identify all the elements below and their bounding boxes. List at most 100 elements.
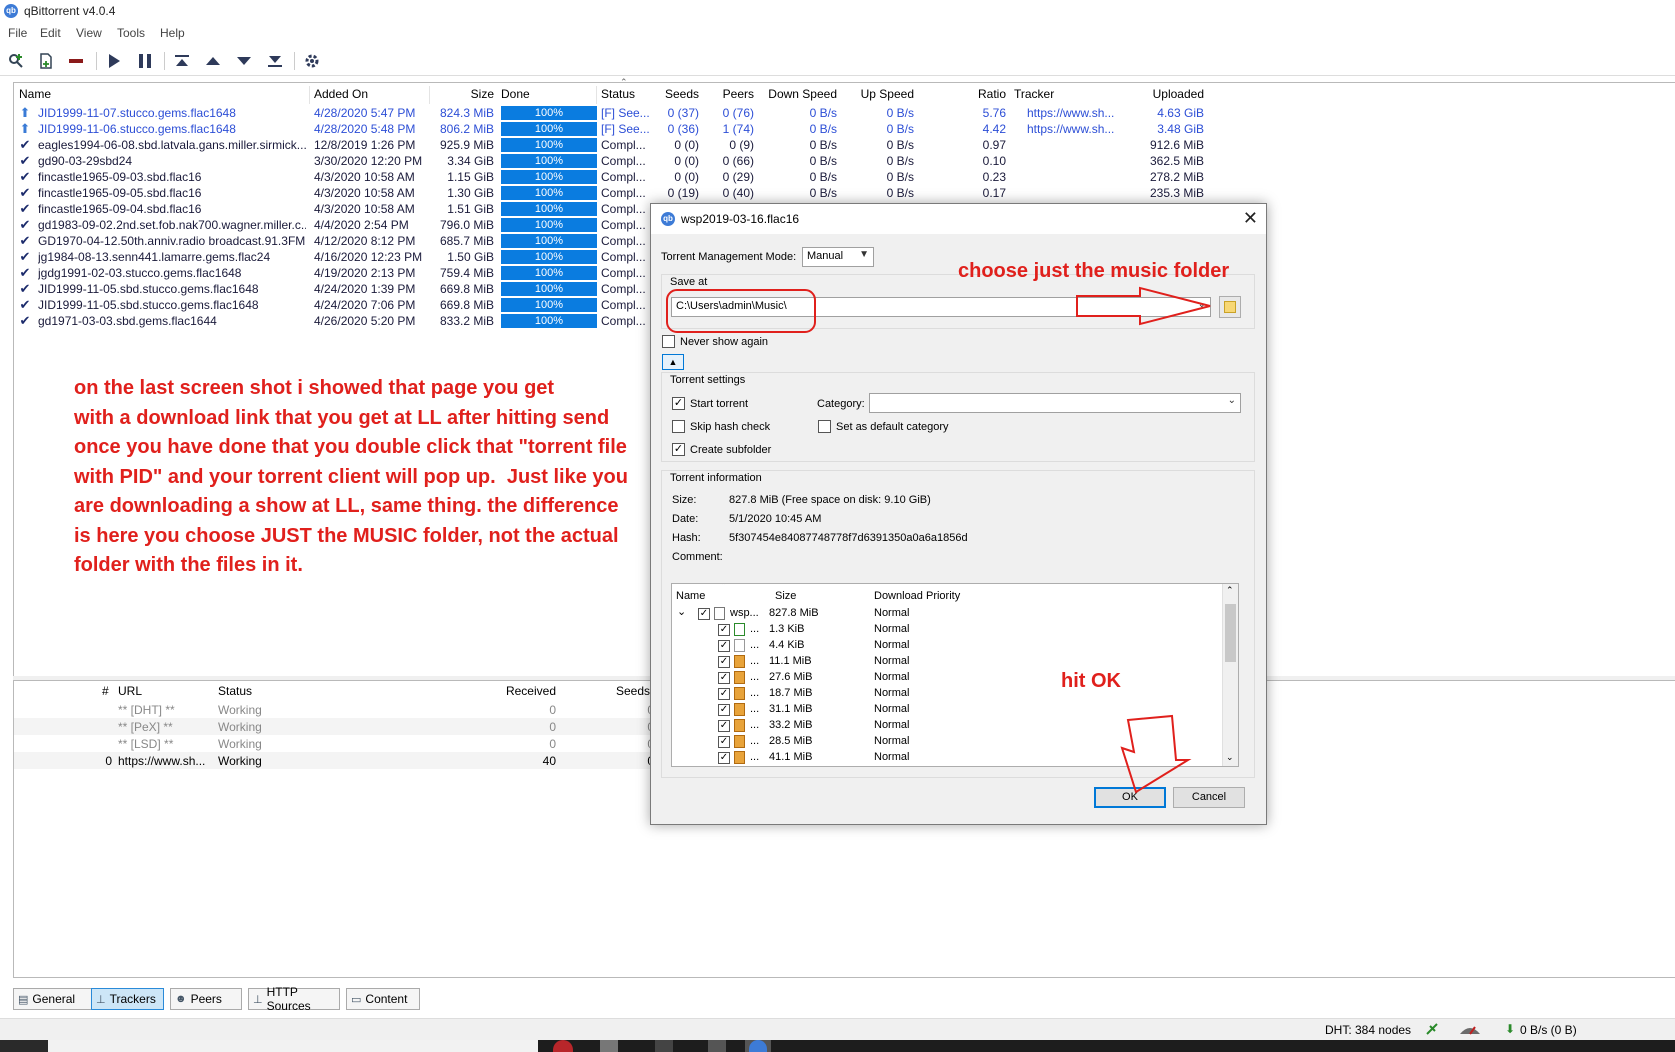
- tab-peers[interactable]: ☻ Peers: [170, 988, 242, 1010]
- file-priority[interactable]: Normal: [874, 719, 909, 731]
- taskbar-app-icon[interactable]: [600, 1040, 618, 1052]
- menu-help[interactable]: Help: [160, 26, 185, 40]
- file-checkbox[interactable]: ✓: [698, 608, 710, 620]
- decrease-priority-icon[interactable]: [232, 49, 256, 73]
- bottom-priority-icon[interactable]: [263, 49, 287, 73]
- start-button[interactable]: [0, 1040, 48, 1052]
- taskbar-app-icon[interactable]: [708, 1040, 726, 1052]
- tracker-column-status[interactable]: Status: [218, 684, 252, 698]
- options-icon[interactable]: [300, 49, 324, 73]
- pause-icon[interactable]: [133, 49, 157, 73]
- management-mode-select[interactable]: Manual ▼: [802, 247, 874, 267]
- file-checkbox[interactable]: ✓: [718, 656, 730, 668]
- cancel-button[interactable]: Cancel: [1173, 787, 1245, 808]
- column-header-name[interactable]: Name: [19, 87, 51, 101]
- tracker-row[interactable]: ** [LSD] ** Working 0 0: [14, 735, 654, 752]
- ok-button[interactable]: OK: [1094, 787, 1166, 808]
- menu-view[interactable]: View: [76, 26, 102, 40]
- save-path-combo[interactable]: C:\Users\admin\Music\ ⌄: [671, 297, 1211, 317]
- expand-chevron-icon[interactable]: ⌄: [677, 605, 686, 618]
- tracker-column-number[interactable]: #: [102, 684, 109, 698]
- file-column-priority[interactable]: Download Priority: [874, 590, 960, 602]
- browse-folder-button[interactable]: [1219, 296, 1241, 318]
- file-priority[interactable]: Normal: [874, 687, 909, 699]
- file-priority[interactable]: Normal: [874, 751, 909, 763]
- column-header-tracker[interactable]: Tracker: [1014, 87, 1054, 101]
- file-priority[interactable]: Normal: [874, 735, 909, 747]
- file-checkbox[interactable]: ✓: [718, 640, 730, 652]
- column-header-size[interactable]: Size: [434, 87, 494, 101]
- column-header-seeds[interactable]: Seeds: [644, 87, 699, 101]
- resume-icon[interactable]: [102, 49, 126, 73]
- file-row[interactable]: ✓... 27.6 MiB Normal: [672, 670, 1220, 686]
- file-checkbox[interactable]: ✓: [718, 720, 730, 732]
- top-priority-icon[interactable]: [170, 49, 194, 73]
- scrollbar-thumb[interactable]: [1225, 604, 1236, 662]
- tracker-column-seeds[interactable]: Seeds: [616, 684, 650, 698]
- category-combo[interactable]: ⌄: [869, 393, 1241, 413]
- create-subfolder-checkbox[interactable]: ✓: [672, 443, 685, 456]
- file-priority[interactable]: Normal: [874, 639, 909, 651]
- taskbar-app-icon[interactable]: [655, 1040, 673, 1052]
- column-header-added-on[interactable]: Added On: [314, 87, 368, 101]
- torrent-row[interactable]: ✔ fincastle1965-09-03.sbd.flac16 4/3/2020 …: [14, 169, 1675, 185]
- tab-content[interactable]: ▭ Content: [346, 988, 420, 1010]
- column-header-status[interactable]: Status: [601, 87, 635, 101]
- tab-general[interactable]: ▤ General: [13, 988, 92, 1010]
- column-header-uploaded[interactable]: Uploaded: [1124, 87, 1204, 101]
- file-checkbox[interactable]: ✓: [718, 736, 730, 748]
- file-priority[interactable]: Normal: [874, 623, 909, 635]
- add-link-icon[interactable]: [4, 49, 28, 73]
- default-category-checkbox[interactable]: [818, 420, 831, 433]
- file-row[interactable]: ✓... 1.3 KiB Normal: [672, 622, 1220, 638]
- column-header-ratio[interactable]: Ratio: [944, 87, 1006, 101]
- file-column-size[interactable]: Size: [775, 590, 796, 602]
- file-row[interactable]: ✓... 11.1 MiB Normal: [672, 654, 1220, 670]
- tab-trackers[interactable]: ⊥ Trackers: [91, 988, 164, 1010]
- increase-priority-icon[interactable]: [201, 49, 225, 73]
- tracker-column-url[interactable]: URL: [118, 684, 142, 698]
- file-row[interactable]: ✓... 4.4 KiB Normal: [672, 638, 1220, 654]
- file-row[interactable]: ⌄ ✓ wsp... 827.8 MiB Normal: [672, 606, 1220, 622]
- speed-limit-icon[interactable]: [1458, 1022, 1482, 1036]
- menu-file[interactable]: File: [8, 26, 27, 40]
- scroll-up-icon[interactable]: ⌃: [1226, 585, 1234, 596]
- menu-tools[interactable]: Tools: [117, 26, 145, 40]
- close-icon[interactable]: ✕: [1243, 208, 1258, 229]
- scroll-down-icon[interactable]: ⌄: [1226, 752, 1234, 763]
- file-row[interactable]: ✓... 18.7 MiB Normal: [672, 686, 1220, 702]
- collapse-toggle-button[interactable]: ▲: [662, 354, 684, 370]
- file-priority[interactable]: Normal: [874, 607, 909, 619]
- torrent-row[interactable]: ⬆ JID1999-11-07.stucco.gems.flac1648 4/28/…: [14, 105, 1675, 121]
- file-checkbox[interactable]: ✓: [718, 752, 730, 764]
- qbittorrent-taskbar-icon[interactable]: [749, 1040, 767, 1052]
- file-checkbox[interactable]: ✓: [718, 704, 730, 716]
- column-header-peers[interactable]: Peers: [704, 87, 754, 101]
- file-row[interactable]: ✓... 33.2 MiB Normal: [672, 718, 1220, 734]
- file-column-name[interactable]: Name: [676, 590, 705, 602]
- torrent-row[interactable]: ✔ eagles1994-06-08.sbd.latvala.gans.mille…: [14, 137, 1675, 153]
- file-priority[interactable]: Normal: [874, 655, 909, 667]
- start-torrent-checkbox[interactable]: ✓: [672, 397, 685, 410]
- file-checkbox[interactable]: ✓: [718, 672, 730, 684]
- connection-status-icon[interactable]: [1425, 1022, 1439, 1036]
- never-show-checkbox[interactable]: [662, 335, 675, 348]
- tracker-column-received[interactable]: Received: [444, 684, 556, 698]
- tab-http-sources[interactable]: ⊥ HTTP Sources: [248, 985, 340, 1013]
- torrent-row[interactable]: ⬆ JID1999-11-06.stucco.gems.flac1648 4/28/…: [14, 121, 1675, 137]
- file-row[interactable]: ✓... 31.1 MiB Normal: [672, 702, 1220, 718]
- skip-hash-checkbox[interactable]: [672, 420, 685, 433]
- column-header-done[interactable]: Done: [501, 87, 530, 101]
- tracker-row[interactable]: ** [DHT] ** Working 0 0: [14, 701, 654, 718]
- add-file-icon[interactable]: [34, 49, 58, 73]
- file-priority[interactable]: Normal: [874, 703, 909, 715]
- file-priority[interactable]: Normal: [874, 671, 909, 683]
- remove-icon[interactable]: [64, 49, 88, 73]
- column-header-up-speed[interactable]: Up Speed: [844, 87, 914, 101]
- taskbar-app-icon[interactable]: [553, 1040, 573, 1052]
- torrent-row[interactable]: ✔ gd90-03-29sbd24 3/30/2020 12:20 PM 3.34 G…: [14, 153, 1675, 169]
- tracker-row[interactable]: 0 https://www.sh... Working 40 0: [14, 752, 654, 769]
- file-tree-scrollbar[interactable]: ⌃ ⌄: [1222, 584, 1238, 766]
- file-checkbox[interactable]: ✓: [718, 688, 730, 700]
- file-row[interactable]: ✓... 41.1 MiB Normal: [672, 750, 1220, 766]
